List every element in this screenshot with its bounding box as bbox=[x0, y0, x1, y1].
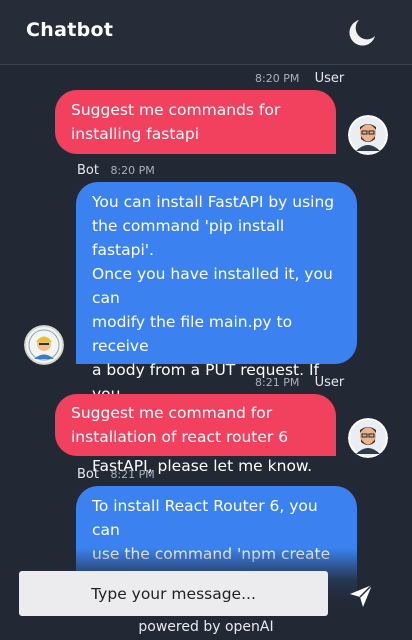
user-avatar bbox=[348, 418, 388, 458]
message-sender: Bot bbox=[77, 467, 99, 482]
moon-icon bbox=[349, 20, 375, 46]
message-input[interactable]: Type your message... bbox=[19, 571, 328, 616]
user-avatar bbox=[348, 115, 388, 155]
message-text: Suggest me commands for installing fasta… bbox=[71, 101, 281, 143]
message-sender: Bot bbox=[77, 163, 99, 178]
message-time: 8:20 PM bbox=[255, 72, 300, 85]
message-time: 8:20 PM bbox=[110, 164, 155, 177]
message-meta: Bot 8:21 PM bbox=[77, 467, 155, 482]
app-title: Chatbot bbox=[26, 19, 114, 41]
message-meta: Bot 8:20 PM bbox=[77, 163, 155, 178]
message-text: Suggest me command for installation of r… bbox=[71, 404, 289, 446]
app-header: Chatbot bbox=[0, 0, 412, 65]
message-sender: User bbox=[314, 375, 345, 390]
send-icon bbox=[350, 584, 373, 607]
bot-avatar bbox=[24, 325, 64, 365]
message-input-placeholder: Type your message... bbox=[91, 584, 256, 603]
bot-message-bubble: You can install FastAPI by using the com… bbox=[76, 182, 357, 475]
message-meta: 8:21 PM User bbox=[255, 375, 344, 390]
user-message-bubble: Suggest me command for installation of r… bbox=[55, 394, 336, 456]
message-time: 8:21 PM bbox=[255, 376, 300, 389]
powered-by-label: powered by openAI bbox=[138, 619, 274, 635]
send-button[interactable] bbox=[346, 580, 376, 610]
user-message-bubble: Suggest me commands for installing fasta… bbox=[55, 90, 336, 154]
message-time: 8:21 PM bbox=[110, 468, 155, 481]
theme-toggle-button[interactable] bbox=[346, 17, 378, 49]
message-sender: User bbox=[314, 71, 345, 86]
message-meta: 8:20 PM User bbox=[255, 71, 344, 86]
